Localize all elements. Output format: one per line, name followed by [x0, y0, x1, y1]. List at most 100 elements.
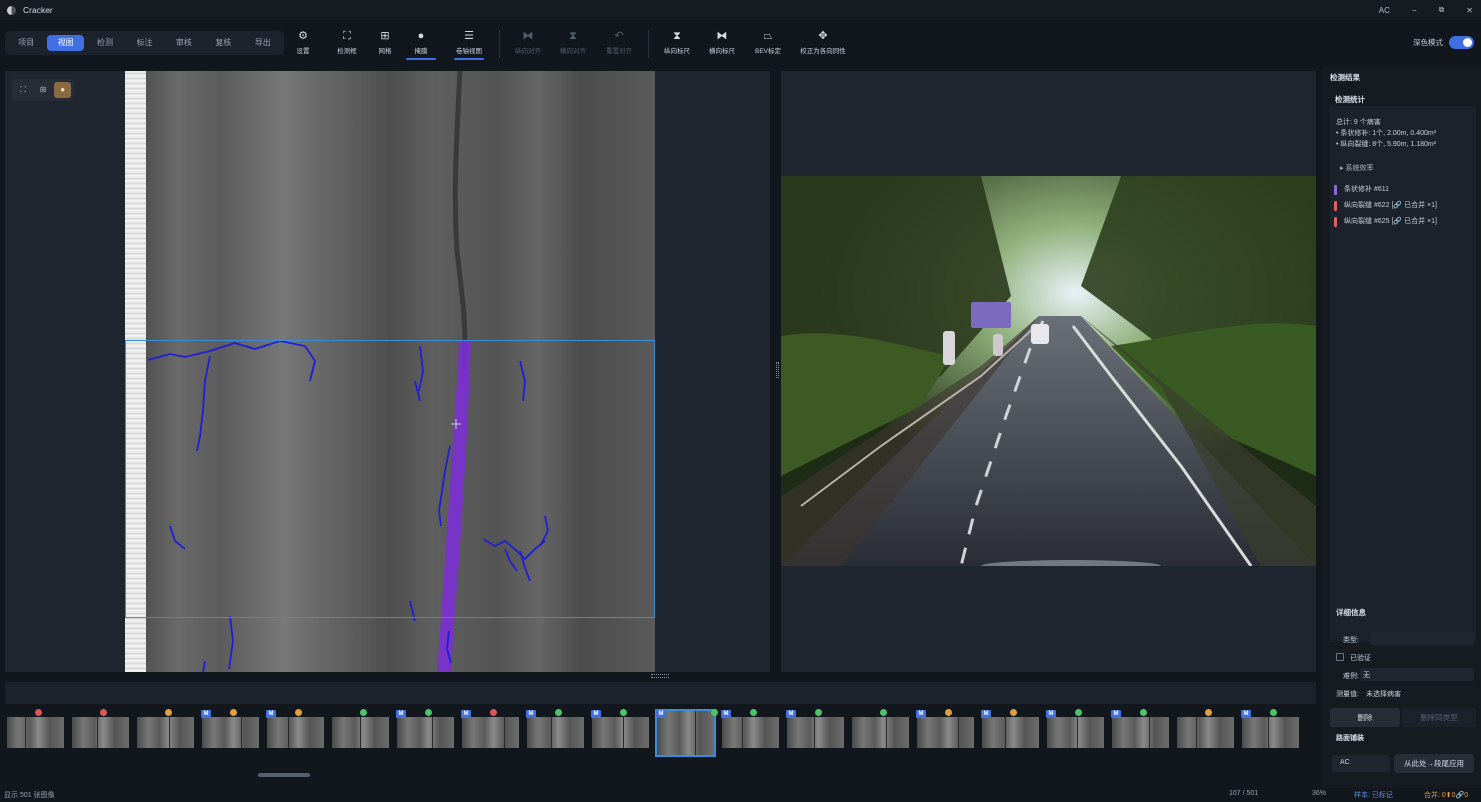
thumbnail-crack — [958, 717, 959, 748]
filmstrip-scrollbar[interactable] — [258, 773, 310, 777]
measure-label: 测量值: — [1336, 691, 1359, 698]
type-field[interactable] — [1370, 632, 1474, 645]
cross-ruler-button[interactable]: ⧓ 横向标尺 — [699, 29, 745, 55]
pavement-select[interactable]: AC — [1332, 755, 1390, 772]
defect-item[interactable]: 纵向裂缝 #622 [🔗 已合并 ×1] — [1334, 199, 1472, 213]
difficulty-label: 难例: — [1343, 673, 1359, 680]
thumbnail[interactable] — [267, 717, 324, 748]
thumbnail-crack — [886, 717, 887, 748]
thumbnail[interactable] — [787, 717, 844, 748]
maximize-icon[interactable]: ⧉ — [1439, 5, 1445, 15]
bus — [971, 302, 1011, 328]
tab-annotate[interactable]: 标注 — [126, 35, 162, 51]
toolbar-divider — [648, 30, 649, 58]
scan-viewer[interactable]: ⛶ ⊞ ● — [5, 71, 770, 672]
view-mode-buttons: ⛶ ⊞ ● — [12, 79, 74, 101]
cross-align-button[interactable]: ⧗ 横向对齐 — [550, 29, 596, 55]
tab-review[interactable]: 审核 — [166, 35, 202, 51]
roll-view-button[interactable]: ☰ 卷轴视图 — [446, 29, 492, 60]
thumbnail[interactable] — [72, 717, 129, 748]
status-dot-icon — [295, 709, 302, 716]
long-ruler-button[interactable]: ⧗ 纵向标尺 — [654, 29, 700, 55]
manual-badge: M — [396, 710, 406, 718]
thumbnail[interactable] — [397, 717, 454, 748]
tab-export[interactable]: 导出 — [245, 35, 281, 51]
window-controls: AC − ⧉ ✕ — [1379, 0, 1473, 20]
status-dot-icon — [230, 709, 237, 716]
grid-icon[interactable]: ⊞ — [35, 82, 52, 98]
defect-item[interactable]: 纵向裂缝 #625 [🔗 已合并 ×1] — [1334, 215, 1472, 229]
fit-icon[interactable]: ⛶ — [15, 82, 32, 98]
manual-badge: M — [201, 710, 211, 718]
reset-align-button[interactable]: ↶ 重置对齐 — [596, 29, 642, 55]
vertical-ruler-icon: ⧗ — [673, 30, 681, 42]
thumbnail-crack — [97, 717, 98, 748]
status-dot-icon — [100, 709, 107, 716]
tab-detect[interactable]: 检测 — [87, 35, 123, 51]
app-logo-icon — [7, 5, 16, 15]
filmstrip-toolbar — [5, 682, 1316, 704]
tab-recheck[interactable]: 复核 — [205, 35, 241, 51]
dark-mode-toggle[interactable]: 深色模式 — [1413, 36, 1474, 49]
thumbnail[interactable] — [1047, 717, 1104, 748]
mask-button[interactable]: ● 掩膜 — [398, 29, 444, 60]
thumbnail[interactable] — [852, 717, 909, 748]
thumbnail-crack — [1149, 717, 1150, 748]
isotropic-correct-button[interactable]: ✥ 校正为各向同性 — [793, 29, 853, 55]
manual-badge: M — [786, 710, 796, 718]
thumbnail[interactable] — [982, 717, 1039, 748]
stats-panel: 总计: 9 个病害 • 条状修补: 1个, 2.00m, 0.400m² • 纵… — [1330, 106, 1476, 642]
thumbnail[interactable] — [917, 717, 974, 748]
tab-project[interactable]: 项目 — [8, 35, 44, 51]
delete-same-type-button[interactable]: 删除同类型 — [1402, 708, 1476, 727]
user-initials[interactable]: AC — [1379, 6, 1390, 15]
undo-icon: ↶ — [614, 30, 624, 42]
manual-badge: M — [1046, 710, 1056, 718]
bev-calib-button[interactable]: ⏢ BEV标定 — [745, 29, 791, 55]
stats-title: 检测统计 — [1335, 95, 1365, 104]
delete-button[interactable]: 删除 — [1330, 708, 1400, 727]
align-vertical-icon: ⧗ — [569, 30, 577, 42]
thumbnail-crack — [360, 717, 361, 748]
status-dot-icon — [815, 709, 822, 716]
thumbnail[interactable] — [722, 717, 779, 748]
thumbnail[interactable] — [1177, 717, 1234, 748]
status-dot-icon — [165, 709, 172, 716]
thumbnail-crack — [1077, 717, 1078, 748]
mask-circle-icon[interactable]: ● — [54, 82, 72, 98]
status-position: 107 / 501 — [1229, 790, 1259, 797]
settings-button[interactable]: ⚙ 设置 — [280, 29, 326, 55]
stats-line-patch: • 条状修补: 1个, 2.00m, 0.400m² — [1336, 130, 1437, 137]
thumbnail[interactable] — [1242, 717, 1299, 748]
status-merge: 合并: 0⬆0🔗0 — [1424, 792, 1469, 799]
close-icon[interactable]: ✕ — [1466, 6, 1473, 15]
tab-view[interactable]: 视图 — [47, 35, 84, 51]
thumbnail[interactable] — [202, 717, 259, 748]
apply-to-end-button[interactable]: 从此处→段尾应用 — [1394, 754, 1474, 773]
camera-viewer[interactable] — [781, 71, 1316, 672]
pane-splitter[interactable] — [776, 362, 779, 378]
manual-badge: M — [981, 710, 991, 718]
long-align-button[interactable]: ⧓ 纵向对齐 — [505, 29, 551, 55]
thumbnail[interactable] — [332, 717, 389, 748]
minimize-icon[interactable]: − — [1412, 6, 1417, 15]
status-dot-icon — [1075, 709, 1082, 716]
system-efficiency-toggle[interactable]: ▸ 系统效率 — [1340, 163, 1373, 173]
filmstrip-splitter[interactable] — [651, 674, 669, 678]
dark-mode-switch[interactable] — [1449, 36, 1474, 49]
thumbnail[interactable] — [1112, 717, 1169, 748]
thumbnail[interactable] — [592, 717, 649, 748]
thumbnail-crack — [169, 717, 170, 748]
thumbnail-crack — [623, 717, 624, 748]
difficulty-field[interactable]: 无 — [1360, 668, 1474, 681]
thumbnail[interactable] — [7, 717, 64, 748]
thumbnail[interactable] — [527, 717, 584, 748]
scooter-rider — [1031, 324, 1049, 344]
thumbnail-crack — [695, 711, 696, 755]
thumbnail[interactable] — [137, 717, 194, 748]
thumbnail[interactable] — [462, 717, 519, 748]
selection-box[interactable] — [125, 340, 655, 618]
manual-badge: M — [721, 710, 731, 718]
verified-checkbox[interactable] — [1336, 653, 1344, 661]
defect-item[interactable]: 条状修补 #611 — [1334, 183, 1472, 197]
